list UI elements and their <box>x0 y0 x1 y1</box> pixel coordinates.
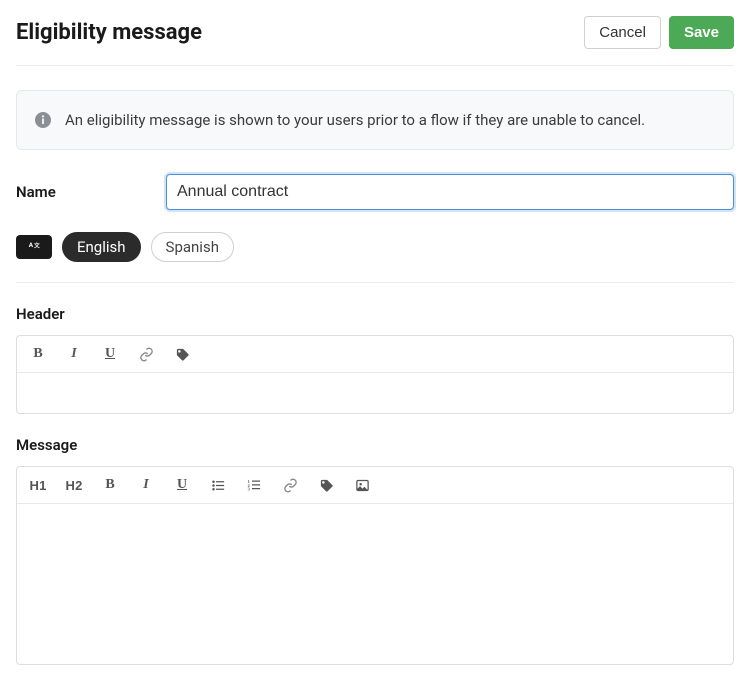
h1-icon[interactable]: H1 <box>29 475 47 495</box>
numbered-list-icon[interactable]: 123 <box>245 475 263 495</box>
svg-text:A: A <box>29 241 34 249</box>
language-tab-english[interactable]: English <box>62 232 141 262</box>
info-icon <box>35 112 51 128</box>
info-text: An eligibility message is shown to your … <box>65 111 645 129</box>
bold-icon[interactable]: B <box>101 475 119 495</box>
h2-icon[interactable]: H2 <box>65 475 83 495</box>
italic-icon[interactable]: I <box>65 344 83 364</box>
tag-icon[interactable] <box>173 344 191 364</box>
link-icon[interactable] <box>281 475 299 495</box>
message-section-label: Message <box>16 436 734 454</box>
underline-icon[interactable]: U <box>173 475 191 495</box>
cancel-button[interactable]: Cancel <box>584 16 661 49</box>
italic-icon[interactable]: I <box>137 475 155 495</box>
message-editor: H1 H2 B I U 123 <box>16 466 734 665</box>
page-title: Eligibility message <box>16 20 202 45</box>
bullet-list-icon[interactable] <box>209 475 227 495</box>
name-label: Name <box>16 183 166 201</box>
header-textarea[interactable] <box>17 373 733 413</box>
name-input[interactable] <box>166 174 734 210</box>
link-icon[interactable] <box>137 344 155 364</box>
language-tab-spanish[interactable]: Spanish <box>151 232 234 262</box>
header-section-label: Header <box>16 305 734 323</box>
header-toolbar: B I U <box>17 336 733 373</box>
message-toolbar: H1 H2 B I U 123 <box>17 467 733 504</box>
header-editor: B I U <box>16 335 734 414</box>
message-textarea[interactable] <box>17 504 733 664</box>
tag-icon[interactable] <box>317 475 335 495</box>
save-button[interactable]: Save <box>669 16 734 49</box>
underline-icon[interactable]: U <box>101 344 119 364</box>
info-banner: An eligibility message is shown to your … <box>16 90 734 150</box>
image-icon[interactable] <box>353 475 371 495</box>
bold-icon[interactable]: B <box>29 344 47 364</box>
translate-icon: A 文 <box>16 235 52 259</box>
svg-text:3: 3 <box>247 486 250 491</box>
